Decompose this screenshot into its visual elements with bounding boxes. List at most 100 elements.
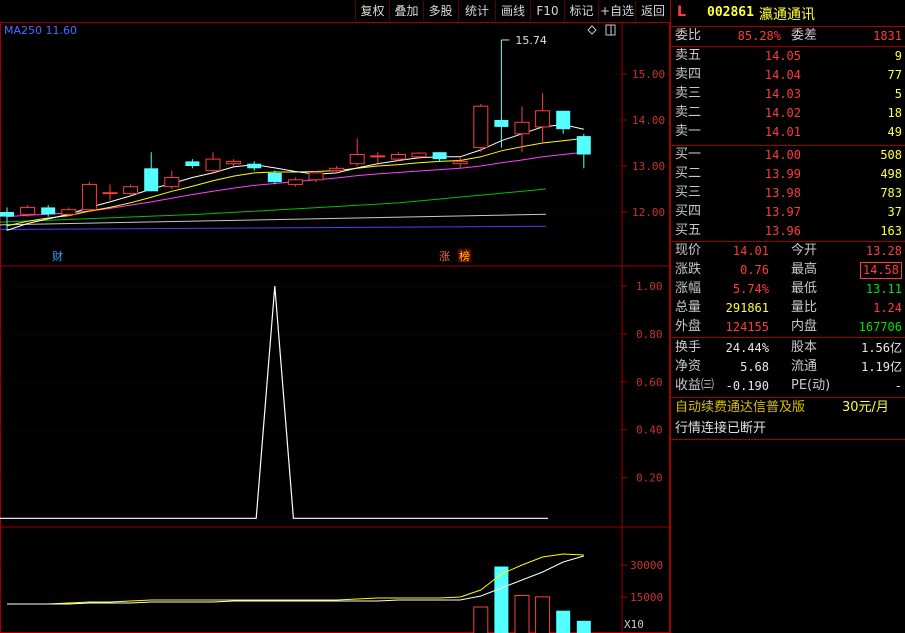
ask-volume: 77	[887, 68, 902, 82]
chart-area[interactable]: 15.00 14.00 13.00 12.00 1.00 0.80 0.60 0.40 0.20…	[0, 22, 670, 633]
ask-level-1[interactable]: 卖五 14.05 9	[671, 47, 905, 65]
volume-bar	[473, 606, 489, 633]
fund-value: 5.68	[740, 360, 769, 374]
candle-body	[556, 110, 571, 130]
connection-status: 行情连接已断开	[675, 421, 767, 436]
bid-level-1[interactable]: 买一 14.00 508	[671, 146, 905, 164]
finance-tag: 财	[52, 249, 63, 263]
draw-line-button[interactable]: 画线	[495, 1, 530, 21]
quote-row: 涨跌 0.76 最高 14.58	[671, 261, 905, 279]
bid-label: 买四	[675, 204, 702, 219]
bid-label: 买三	[675, 185, 702, 200]
ask-level-3[interactable]: 卖三 14.03 5	[671, 85, 905, 103]
bid-volume: 163	[880, 224, 902, 238]
quote-value: 0.76	[740, 263, 769, 277]
stock-name: 瀛通通讯	[759, 7, 815, 23]
quote-value: 13.28	[865, 244, 902, 258]
price-tick-label: 14.00	[632, 114, 665, 127]
limit-up-tag: 涨	[439, 250, 450, 263]
rank-tag: 榜	[459, 249, 470, 263]
f10-button[interactable]: F10	[530, 1, 564, 21]
fund-label: PE(动)	[791, 378, 831, 393]
promo-price[interactable]: 30元/月	[842, 399, 889, 417]
ask-level-2[interactable]: 卖四 14.04 77	[671, 66, 905, 84]
candle-body	[494, 120, 509, 127]
overlay-button[interactable]: 叠加	[389, 1, 423, 21]
candle-body	[411, 152, 427, 158]
ask-label: 卖五	[675, 48, 702, 63]
candle-body	[123, 186, 139, 195]
fund-label: 换手	[675, 340, 702, 355]
multi-stock-button[interactable]: 多股	[423, 1, 457, 21]
ask-price: 14.04	[764, 68, 801, 82]
quote-label: 最低	[791, 281, 818, 296]
candle-body	[535, 110, 551, 128]
bid-price: 13.99	[764, 167, 801, 181]
candle-body	[370, 155, 386, 158]
quote-value: 291861	[725, 301, 769, 315]
bid-level-3[interactable]: 买三 13.98 783	[671, 184, 905, 202]
candle-body	[20, 206, 36, 215]
candle-body	[41, 207, 56, 215]
price-tick-label: 13.00	[632, 160, 665, 173]
candle-body	[473, 105, 489, 149]
fund-row: 收益㈢ -0.190 PE(动) -	[671, 377, 905, 395]
bid-price: 14.00	[764, 148, 801, 162]
fund-value: -	[894, 379, 902, 393]
indicator-tick-label: 0.60	[636, 376, 663, 389]
ask-label: 卖三	[675, 86, 702, 101]
kline-chart-svg[interactable]: 15.00 14.00 13.00 12.00 1.00 0.80 0.60 0.40 0.20…	[0, 22, 670, 633]
ask-label: 卖一	[675, 124, 702, 139]
back-button[interactable]: 返回	[635, 1, 670, 21]
quote-value: 5.74%	[732, 282, 769, 296]
ma120-line	[0, 213, 547, 226]
candle-body	[452, 160, 468, 165]
volume-tick-label: 30000	[630, 559, 663, 572]
candle-body	[308, 172, 324, 181]
fund-label: 股本	[791, 340, 818, 355]
candle-body	[349, 154, 365, 165]
indicator-line	[0, 285, 548, 519]
promo-row[interactable]: 自动续费通达信普及版 30元/月	[671, 399, 905, 417]
quote-label: 总量	[675, 300, 702, 315]
bid-price: 13.96	[764, 224, 801, 238]
candle-body	[144, 168, 159, 192]
bid-label: 买五	[675, 223, 702, 238]
bid-volume: 783	[880, 186, 902, 200]
ma250-line	[0, 225, 547, 230]
quote-value: 1.24	[873, 301, 902, 315]
volume-unit-label: X10	[624, 618, 644, 631]
promo-text[interactable]: 自动续费通达信普及版	[675, 399, 805, 417]
fuquan-button[interactable]: 复权	[355, 1, 389, 21]
mark-button[interactable]: 标记	[564, 1, 598, 21]
candle-body	[226, 160, 242, 165]
candle-body	[576, 136, 591, 155]
bid-level-4[interactable]: 买四 13.97 37	[671, 203, 905, 221]
bid-level-2[interactable]: 买二 13.99 498	[671, 165, 905, 183]
candle-body	[514, 121, 530, 135]
volume-bar	[514, 595, 530, 633]
weibi-value: 85.28%	[737, 29, 781, 43]
add-favorite-button[interactable]: +自选	[598, 1, 635, 21]
bid-label: 买一	[675, 147, 702, 162]
quote-label: 外盘	[675, 319, 702, 334]
quote-value: 14.01	[732, 244, 769, 258]
statistics-button[interactable]: 统计	[458, 1, 495, 21]
fund-label: 收益㈢	[675, 378, 715, 393]
market-flag: L	[677, 4, 686, 20]
ask-price: 14.03	[764, 87, 801, 101]
volume-tick-label: 15000	[630, 591, 663, 604]
quote-value: 14.58	[859, 262, 902, 279]
candle-body	[390, 154, 406, 160]
volume-bar	[556, 610, 571, 633]
quote-value: 167706	[858, 320, 902, 334]
bid-level-5[interactable]: 买五 13.96 163	[671, 222, 905, 240]
quote-label: 涨跌	[675, 262, 702, 277]
fund-row: 换手 24.44% 股本 1.56亿	[671, 339, 905, 357]
ask-level-4[interactable]: 卖二 14.02 18	[671, 104, 905, 122]
divider	[671, 439, 905, 440]
candle-body	[247, 163, 262, 169]
ma250-legend: MA250 11.60	[4, 24, 77, 37]
ask-level-5[interactable]: 卖一 14.01 49	[671, 123, 905, 141]
divider	[671, 337, 905, 338]
